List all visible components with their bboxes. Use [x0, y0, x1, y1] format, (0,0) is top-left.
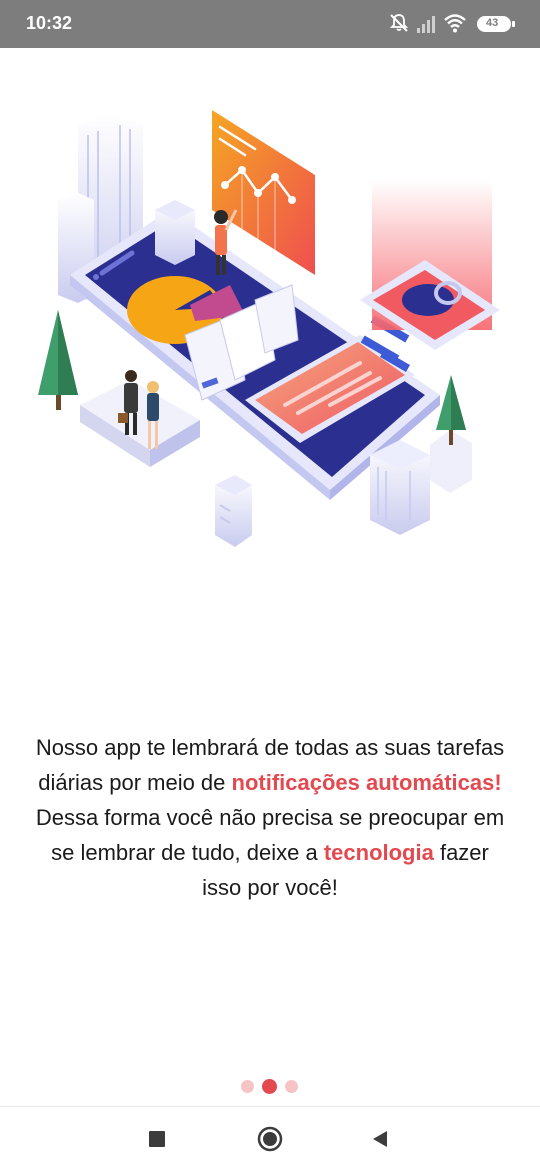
page-indicator: [0, 1079, 540, 1094]
back-button[interactable]: [364, 1123, 396, 1155]
page-dot-3[interactable]: [285, 1080, 298, 1093]
page-dot-2-active[interactable]: [262, 1079, 277, 1094]
highlight-technology: tecnologia: [323, 840, 434, 865]
recents-button[interactable]: [141, 1123, 173, 1155]
home-button[interactable]: [254, 1123, 286, 1155]
mute-icon: [389, 14, 409, 32]
status-time: 10:32: [26, 13, 73, 33]
status-icons: 43: [388, 12, 518, 36]
recents-square-icon: [149, 1131, 165, 1147]
back-triangle-icon: [373, 1131, 387, 1147]
wifi-icon: [444, 14, 466, 33]
navigation-bar: [0, 1107, 540, 1170]
page-dot-1[interactable]: [241, 1080, 254, 1093]
home-circle-icon: [257, 1126, 283, 1152]
highlight-notifications: notificações automáticas!: [231, 770, 502, 795]
onboarding-description: Nosso app te lembrará de todas as suas t…: [30, 730, 510, 905]
signal-icon: [417, 16, 435, 33]
battery-level: 43: [486, 17, 499, 29]
status-bar: 10:32 43: [0, 0, 540, 48]
smartphone-dashboard-illustration: [30, 95, 510, 555]
